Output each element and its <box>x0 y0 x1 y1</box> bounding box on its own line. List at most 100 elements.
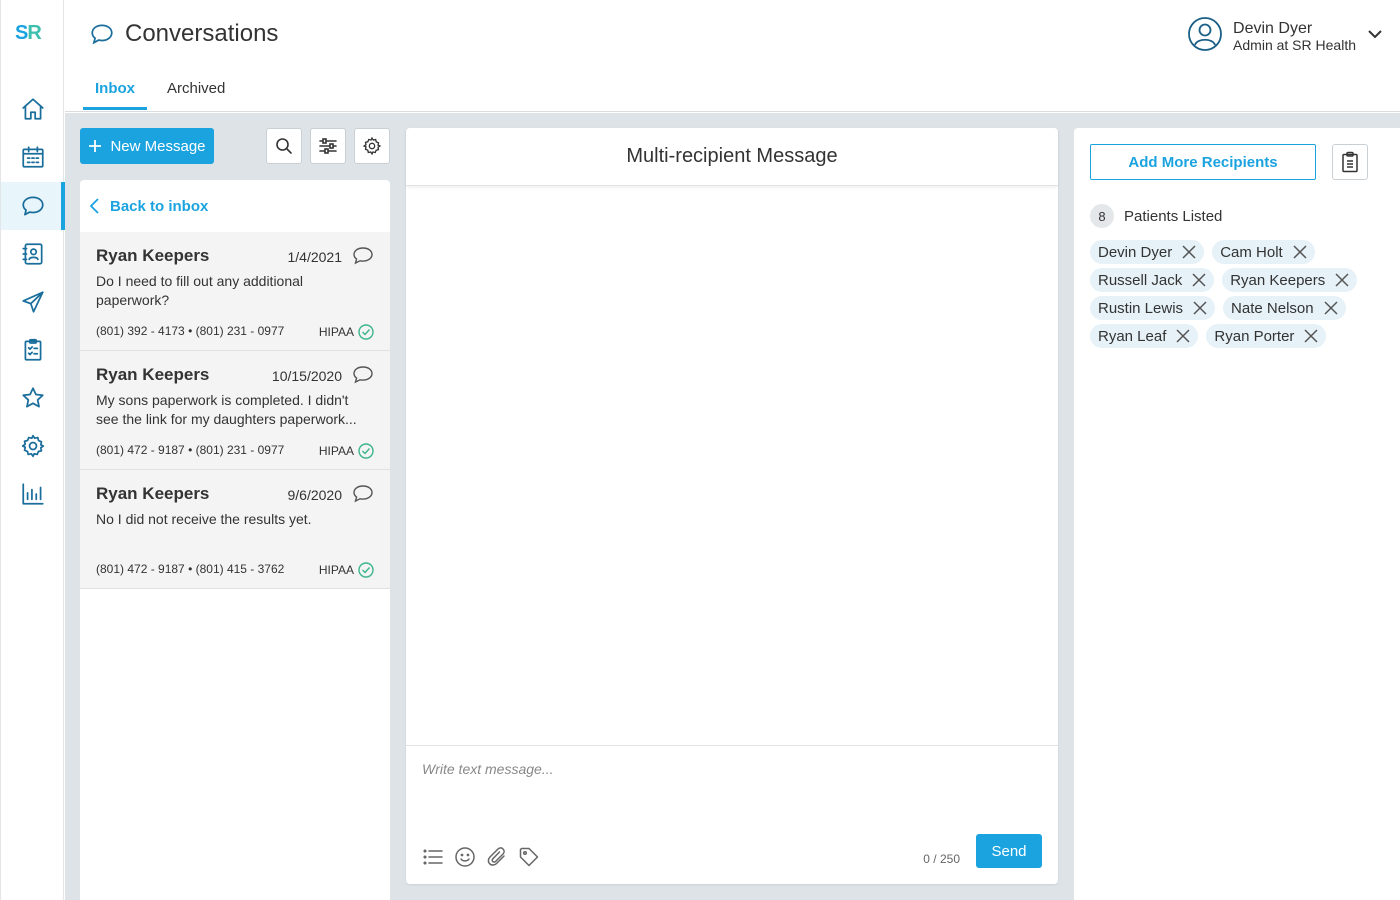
add-more-recipients-button[interactable]: Add More Recipients <box>1090 144 1316 180</box>
nav-settings[interactable] <box>1 422 65 470</box>
home-icon <box>22 98 44 120</box>
recipient-chip: Nate Nelson <box>1223 296 1346 320</box>
recipient-name: Ryan Porter <box>1214 327 1295 345</box>
tab-inbox[interactable]: Inbox <box>83 74 147 110</box>
recipient-chip: Russell Jack <box>1090 268 1215 292</box>
recipient-name: Ryan Leaf <box>1098 327 1167 345</box>
nav-analytics[interactable] <box>1 470 65 518</box>
phone-numbers: (801) 472 - 9187 • (801) 415 - 3762 <box>96 562 285 576</box>
conversation-item[interactable]: Ryan Keepers 9/6/2020 No I did not recei… <box>80 470 390 589</box>
composer-toolbar <box>422 846 540 868</box>
emoji-icon[interactable] <box>454 846 476 868</box>
close-icon[interactable] <box>1324 301 1338 315</box>
conversation-date: 1/4/2021 <box>287 249 343 265</box>
phone-numbers: (801) 392 - 4173 • (801) 231 - 0977 <box>96 324 285 338</box>
chevron-left-icon <box>89 198 99 214</box>
user-avatar-icon <box>1188 17 1222 51</box>
back-label: Back to inbox <box>110 197 209 215</box>
conversation-date: 10/15/2020 <box>271 368 342 384</box>
chart-icon <box>22 483 44 505</box>
user-role: Admin at SR Health <box>1233 37 1356 53</box>
gear-icon <box>21 434 45 458</box>
conversation-date: 9/6/2020 <box>287 487 343 503</box>
paperclip-icon[interactable] <box>486 846 508 868</box>
message-input-placeholder[interactable]: Write text message... <box>422 761 553 777</box>
app-logo[interactable]: SR <box>15 22 51 46</box>
sliders-icon <box>319 138 337 154</box>
phone-numbers: (801) 472 - 9187 • (801) 231 - 0977 <box>96 443 285 457</box>
hipaa-badge: HIPAA <box>319 562 374 578</box>
message-preview: Do I need to fill out any additional pap… <box>96 273 304 308</box>
close-icon[interactable] <box>1293 245 1307 259</box>
search-icon <box>276 138 292 154</box>
calendar-icon <box>22 146 44 168</box>
list-icon[interactable] <box>422 846 444 868</box>
recipients-list-button[interactable] <box>1332 144 1368 180</box>
tag-icon[interactable] <box>518 846 540 868</box>
check-circle-icon <box>358 443 374 459</box>
message-preview: My sons paperwork is completed. I didn't… <box>96 392 357 427</box>
chat-bubble-icon <box>352 246 374 271</box>
nav-forms[interactable] <box>1 326 65 374</box>
hipaa-label: HIPAA <box>318 325 354 339</box>
plus-icon <box>89 140 102 152</box>
nav-reviews[interactable] <box>1 374 65 422</box>
send-icon <box>22 291 44 313</box>
recipient-chip: Devin Dyer <box>1090 240 1205 264</box>
nav-campaigns[interactable] <box>1 278 65 326</box>
left-rail: SR <box>0 0 65 900</box>
recipient-chip: Ryan Keepers <box>1222 268 1358 292</box>
nav-conversations[interactable] <box>1 182 65 230</box>
user-name: Devin Dyer <box>1233 20 1313 37</box>
patients-count-label: Patients Listed <box>1124 207 1223 225</box>
hipaa-badge: HIPAA <box>319 443 374 459</box>
patients-count-badge: 8 <box>1090 204 1114 228</box>
close-icon[interactable] <box>1193 301 1207 315</box>
recipient-name: Devin Dyer <box>1098 243 1173 261</box>
recipient-name: Ryan Keepers <box>1230 271 1326 289</box>
user-menu[interactable]: Devin Dyer Admin at SR Health <box>1187 16 1384 57</box>
clipboard-icon <box>1342 151 1358 173</box>
conversation-item[interactable]: Ryan Keepers 10/15/2020 My sons paperwor… <box>80 351 390 470</box>
recipient-chip: Cam Holt <box>1212 240 1315 264</box>
chat-icon <box>91 24 113 45</box>
recipient-name: Cam Holt <box>1220 243 1283 261</box>
close-icon[interactable] <box>1335 273 1349 287</box>
check-circle-icon <box>358 324 374 340</box>
message-composer[interactable]: Write text message... 0 / 250 Send <box>406 745 1058 884</box>
recipient-chip: Rustin Lewis <box>1090 296 1216 320</box>
search-button[interactable] <box>266 128 302 164</box>
nav-home[interactable] <box>1 85 65 133</box>
conversation-list-panel: Back to inbox Ryan Keepers 1/4/2021 Do I… <box>80 180 390 900</box>
recipient-name: Rustin Lewis <box>1098 299 1184 317</box>
chevron-down-icon[interactable] <box>1366 25 1384 48</box>
hipaa-label: HIPAA <box>318 444 354 458</box>
close-icon[interactable] <box>1182 245 1196 259</box>
settings-button[interactable] <box>354 128 390 164</box>
page-title-text: Conversations <box>125 20 279 47</box>
close-icon[interactable] <box>1192 273 1206 287</box>
send-button[interactable]: Send <box>976 834 1042 868</box>
recipient-chip: Ryan Leaf <box>1090 324 1199 348</box>
nav-contacts[interactable] <box>1 230 65 278</box>
conversation-item[interactable]: Ryan Keepers 1/4/2021 Do I need to fill … <box>80 232 390 351</box>
patients-count: 8 Patients Listed <box>1090 204 1222 228</box>
chat-bubble-icon <box>352 484 374 509</box>
tab-archived[interactable]: Archived <box>155 74 237 110</box>
recipient-chips: Devin Dyer Cam Holt Russell Jack Ryan Ke… <box>1090 240 1390 348</box>
tab-bar: Inbox Archived <box>83 74 245 110</box>
back-to-inbox-link[interactable]: Back to inbox <box>80 180 390 232</box>
hipaa-badge: HIPAA <box>319 324 374 340</box>
check-circle-icon <box>358 562 374 578</box>
new-message-label: New Message <box>110 137 206 155</box>
recipient-name: Nate Nelson <box>1231 299 1314 317</box>
message-panel: Multi-recipient Message Write text messa… <box>406 128 1058 884</box>
nav-calendar[interactable] <box>1 133 65 181</box>
new-message-button[interactable]: New Message <box>80 128 214 164</box>
hipaa-label: HIPAA <box>318 563 354 577</box>
filter-button[interactable] <box>310 128 346 164</box>
recipient-chip: Ryan Porter <box>1206 324 1327 348</box>
message-preview: No I did not receive the results yet. <box>96 511 312 527</box>
close-icon[interactable] <box>1304 329 1318 343</box>
close-icon[interactable] <box>1176 329 1190 343</box>
